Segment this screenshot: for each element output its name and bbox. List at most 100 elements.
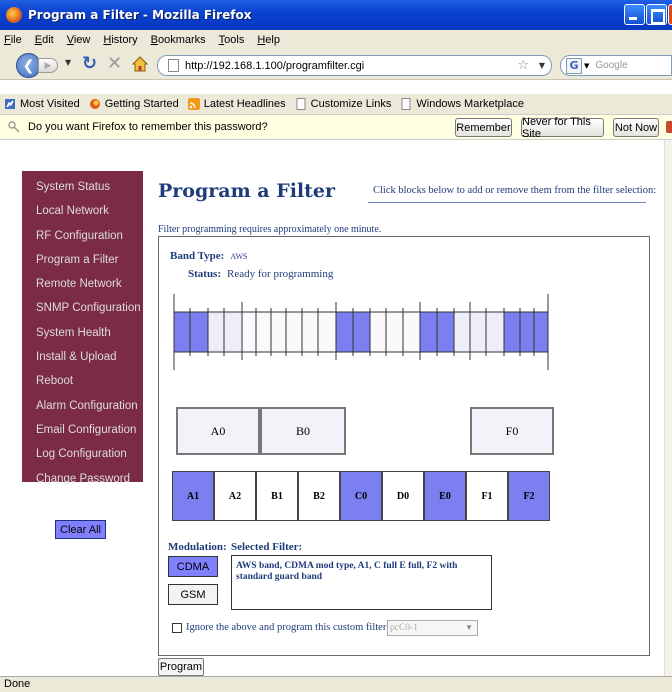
- custom-filter-label: Ignore the above and program this custom…: [186, 622, 390, 633]
- block-label: F2: [523, 490, 535, 502]
- block-f2[interactable]: F2: [508, 471, 550, 521]
- url-text[interactable]: http://192.168.1.100/programfilter.cgi: [185, 60, 364, 72]
- bookmark-most-visited[interactable]: Most Visited: [4, 98, 80, 110]
- selected-filter-label: Selected Filter:: [231, 541, 303, 553]
- block-a0[interactable]: A0: [176, 407, 260, 455]
- home-icon[interactable]: [132, 56, 148, 72]
- custom-filter-select[interactable]: pcC0-1 ▼: [387, 620, 478, 636]
- block-d0[interactable]: D0: [382, 471, 424, 521]
- chevron-down-icon: ▼: [465, 623, 473, 632]
- google-icon[interactable]: G: [566, 57, 582, 74]
- sidebar-item-system-status[interactable]: System Status: [22, 178, 143, 202]
- clear-all-button[interactable]: Clear All: [55, 520, 106, 539]
- status-label: Status:: [188, 268, 222, 280]
- custom-filter-checkbox[interactable]: [172, 623, 182, 633]
- url-dropdown-icon[interactable]: ▼: [539, 61, 545, 70]
- bookmark-label: Customize Links: [310, 98, 392, 110]
- filter-panel: Band Type: AWS Status: Ready for programmi…: [158, 236, 650, 656]
- sidebar-item-reboot[interactable]: Reboot: [22, 372, 143, 396]
- window-title: Program a Filter - Mozilla Firefox: [28, 8, 252, 22]
- sidebar-item-local-network[interactable]: Local Network: [22, 202, 143, 226]
- bookmark-getting-started[interactable]: Getting Started: [89, 98, 179, 110]
- forward-button[interactable]: ▶: [38, 58, 58, 73]
- bookmark-label: Getting Started: [104, 98, 179, 110]
- firefox-icon: [89, 99, 100, 109]
- most-visited-icon: [5, 99, 15, 109]
- block-label: E0: [439, 490, 451, 502]
- page-icon: [296, 98, 306, 110]
- modulation-label: Modulation:: [168, 541, 227, 553]
- firefox-icon: [6, 7, 22, 23]
- minimize-button[interactable]: [624, 4, 645, 25]
- block-label: B2: [313, 490, 325, 502]
- spectrum-segment-a1: [174, 312, 208, 352]
- menu-edit[interactable]: Edit: [35, 34, 54, 46]
- bookmark-latest-headlines[interactable]: Latest Headlines: [187, 98, 286, 110]
- bookmark-windows-marketplace[interactable]: Windows Marketplace: [400, 98, 524, 110]
- bookmarks-toolbar: Most Visited Getting Started Latest Head…: [0, 94, 672, 114]
- bookmark-label: Latest Headlines: [203, 98, 286, 110]
- block-label: A0: [210, 423, 226, 438]
- menu-tools[interactable]: Tools: [219, 34, 245, 46]
- block-f1[interactable]: F1: [466, 471, 508, 521]
- forward-arrow-icon: ▶: [44, 60, 52, 71]
- block-b1[interactable]: B1: [256, 471, 298, 521]
- close-notification-icon[interactable]: [666, 121, 672, 133]
- block-b2[interactable]: B2: [298, 471, 340, 521]
- close-window-button[interactable]: [668, 4, 672, 25]
- bookmark-label: Windows Marketplace: [416, 98, 524, 110]
- sidebar-item-alarm-configuration[interactable]: Alarm Configuration: [22, 397, 143, 421]
- block-label: F1: [481, 490, 493, 502]
- sidebar-item-email-configuration[interactable]: Email Configuration: [22, 421, 143, 445]
- search-box[interactable]: G ▼ Google: [560, 55, 672, 76]
- menu-bookmarks[interactable]: Bookmarks: [151, 34, 206, 46]
- instruction-text: Click blocks below to add or remove them…: [373, 185, 657, 196]
- sidebar-item-system-health[interactable]: System Health: [22, 324, 143, 348]
- sidebar-item-rf-configuration[interactable]: RF Configuration: [22, 227, 143, 251]
- maximize-button[interactable]: [646, 4, 667, 25]
- notification-message: Do you want Firefox to remember this pas…: [28, 121, 268, 133]
- menu-history[interactable]: History: [103, 34, 137, 46]
- band-type-value: AWS: [230, 252, 248, 261]
- stop-icon[interactable]: ✕: [107, 53, 122, 74]
- sidebar-item-change-password[interactable]: Change Password: [22, 470, 143, 494]
- spectrum-segment-b2: [286, 312, 336, 352]
- menu-bar: File Edit View History Bookmarks Tools H…: [0, 30, 672, 50]
- header-divider: [368, 202, 646, 203]
- block-e0[interactable]: E0: [424, 471, 466, 521]
- menu-file[interactable]: File: [4, 34, 22, 46]
- block-f0[interactable]: F0: [470, 407, 554, 455]
- block-b0[interactable]: B0: [260, 407, 346, 455]
- not-now-button[interactable]: Not Now: [613, 118, 659, 137]
- search-placeholder[interactable]: Google: [595, 60, 627, 71]
- status-bar: Done: [0, 676, 672, 692]
- window-title-bar: Program a Filter - Mozilla Firefox: [0, 0, 672, 30]
- search-engine-dropdown-icon[interactable]: ▼: [584, 62, 589, 70]
- reload-icon[interactable]: ↻: [82, 53, 97, 74]
- block-a2[interactable]: A2: [214, 471, 256, 521]
- bookmark-customize-links[interactable]: Customize Links: [295, 98, 392, 110]
- spectrum-segment-b1: [242, 312, 286, 352]
- program-button[interactable]: Program: [158, 658, 204, 676]
- selected-filter-text: AWS band, CDMA mod type, A1, C full E fu…: [231, 555, 492, 610]
- block-a1[interactable]: A1: [172, 471, 214, 521]
- sidebar-item-remote-network[interactable]: Remote Network: [22, 275, 143, 299]
- block-label: B1: [271, 490, 283, 502]
- sidebar-item-snmp-configuration[interactable]: SNMP Configuration: [22, 299, 143, 323]
- history-dropdown-icon[interactable]: ▼: [65, 58, 71, 67]
- vertical-scrollbar[interactable]: [664, 140, 672, 676]
- remember-button[interactable]: Remember: [455, 118, 512, 137]
- menu-help[interactable]: Help: [257, 34, 280, 46]
- sidebar-item-program-a-filter[interactable]: Program a Filter: [22, 251, 143, 275]
- sidebar-item-install-upload[interactable]: Install & Upload: [22, 348, 143, 372]
- sidebar-item-log-configuration[interactable]: Log Configuration: [22, 445, 143, 469]
- block-c0[interactable]: C0: [340, 471, 382, 521]
- gsm-button[interactable]: GSM: [168, 584, 218, 605]
- page-icon: [168, 59, 179, 72]
- never-for-this-site-button[interactable]: Never for This Site: [521, 116, 604, 140]
- url-bar[interactable]: http://192.168.1.100/programfilter.cgi ☆…: [157, 55, 552, 76]
- cdma-button[interactable]: CDMA: [168, 556, 218, 577]
- bookmark-star-icon[interactable]: ☆: [517, 58, 529, 73]
- spectrum-segment-f1: [454, 312, 504, 352]
- menu-view[interactable]: View: [67, 34, 91, 46]
